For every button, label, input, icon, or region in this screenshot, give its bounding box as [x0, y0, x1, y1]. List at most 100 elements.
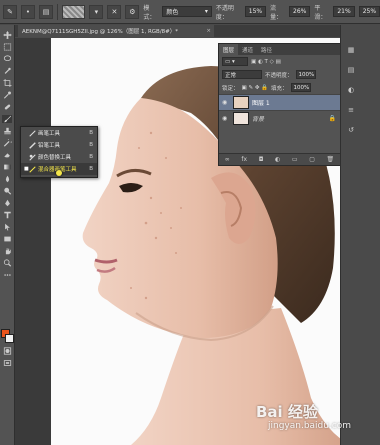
opacity-label: 不透明度：: [215, 4, 234, 21]
angle-field[interactable]: 25%: [358, 6, 380, 17]
lock-icon: 🔒: [328, 115, 336, 122]
mode-label: 模式：: [143, 4, 156, 21]
document-tab[interactable]: AEKNM@Q7111SGH5Zll.jpg @ 126%（图层 1, RGB/…: [18, 25, 214, 37]
adjustments-panel-icon[interactable]: ◐: [346, 85, 356, 94]
path-select-tool-icon[interactable]: [2, 223, 12, 231]
menu-item-shortcut: B: [89, 142, 93, 148]
trash-icon[interactable]: 🗑: [326, 156, 334, 163]
screen-mode-icon[interactable]: [2, 359, 12, 367]
menu-item-shortcut: B: [89, 166, 93, 172]
layers-panel: 图层 通道 路径 ▭ ▾ ▣ ◐ T ◇ ▤ 正常 不透明度： 100% 锁定：…: [218, 43, 341, 166]
properties-panel-icon[interactable]: ≡: [346, 105, 356, 114]
tab-layers[interactable]: 图层: [219, 44, 239, 55]
flow-field[interactable]: 26%: [289, 6, 311, 17]
background-color-swatch[interactable]: [5, 334, 14, 343]
brush-size-button[interactable]: •: [21, 4, 35, 19]
quick-select-tool-icon[interactable]: [2, 67, 12, 75]
settings-icon[interactable]: ⚙: [125, 4, 140, 19]
smoothing-field[interactable]: 21%: [333, 6, 355, 17]
right-panel-dock: ▦ ▤ ◐ ≡ ↺: [340, 25, 380, 445]
menu-item-label: 画笔工具: [38, 131, 61, 137]
dodge-tool-icon[interactable]: [2, 187, 12, 195]
layers-panel-footer: ∞ fx ◘ ◐ ▭ ▢ 🗑: [219, 153, 340, 165]
menu-item-label: 铅笔工具: [38, 143, 61, 149]
fx-icon[interactable]: fx: [241, 156, 247, 163]
baidu-watermark: Bai 经验 jingyan.baidu.com: [248, 395, 368, 440]
lasso-tool-icon[interactable]: [2, 55, 12, 63]
layer-row-layer1[interactable]: ◉ 图层 1: [219, 94, 340, 110]
layer-name: 图层 1: [252, 100, 270, 107]
shape-tool-icon[interactable]: [2, 235, 12, 243]
layer-thumbnail: [233, 96, 249, 109]
mode-select[interactable]: 颜色 ▾: [162, 6, 212, 17]
swatches-panel-icon[interactable]: ▤: [346, 65, 356, 74]
eye-icon[interactable]: ◉: [222, 99, 230, 106]
hand-tool-icon[interactable]: [2, 247, 12, 255]
zoom-tool-icon[interactable]: [2, 259, 12, 267]
tool-preset-button[interactable]: ✎: [3, 4, 17, 19]
pen-tool-icon[interactable]: [2, 199, 12, 207]
menu-item-label: 颜色替换工具: [38, 155, 72, 161]
close-icon[interactable]: ×: [206, 28, 211, 34]
history-panel-icon[interactable]: ↺: [346, 125, 356, 134]
brush-icon: [29, 129, 38, 137]
fill-field[interactable]: 100%: [290, 83, 311, 92]
color-panel-icon[interactable]: ▦: [346, 45, 356, 54]
healing-brush-tool-icon[interactable]: [2, 103, 12, 111]
tab-channels[interactable]: 通道: [238, 44, 257, 55]
more-tools-icon[interactable]: [2, 271, 12, 279]
menu-item-pencil-tool[interactable]: 铅笔工具 B: [21, 139, 97, 151]
marquee-tool-icon[interactable]: [2, 43, 12, 51]
layer-name: 背景: [252, 116, 265, 123]
blend-mode-select[interactable]: 正常: [222, 70, 262, 79]
layer-row-background[interactable]: ◉ 背景 🔒: [219, 110, 340, 126]
eyedropper-tool-icon[interactable]: [2, 91, 12, 99]
brush-panel-button[interactable]: ▤: [39, 4, 53, 19]
kind-filter-row: ▭ ▾ ▣ ◐ T ◇ ▤: [219, 55, 340, 68]
mode-value: 颜色: [166, 9, 179, 16]
quick-mask-icon[interactable]: [2, 347, 12, 355]
chevron-down-icon[interactable]: ▾: [89, 4, 104, 19]
adjustment-icon[interactable]: ◐: [275, 156, 280, 163]
layer-thumbnail: [233, 112, 249, 125]
options-bar: ✎ • ▤ ▾ ✕ ⚙ 模式： 颜色 ▾ 不透明度： 15% 流量： 26% 平…: [0, 0, 380, 24]
document-tab-bar: AEKNM@Q7111SGH5Zll.jpg @ 126%（图层 1, RGB/…: [14, 25, 380, 37]
color-replace-icon: [29, 153, 38, 161]
opacity-field[interactable]: 15%: [244, 6, 267, 17]
lock-icons[interactable]: ▣ ✎ ✥ 🔒: [242, 85, 269, 91]
link-icon[interactable]: ∞: [225, 156, 230, 163]
brush-tool-icon[interactable]: [2, 115, 12, 123]
gradient-tool-icon[interactable]: [2, 163, 12, 171]
clone-stamp-tool-icon[interactable]: [2, 127, 12, 135]
smoothing-label: 平滑：: [314, 4, 327, 21]
menu-item-shortcut: B: [89, 130, 93, 136]
lock-label: 锁定：: [222, 85, 239, 92]
blend-mode-value: 正常: [225, 72, 237, 79]
clean-brush-icon[interactable]: ✕: [107, 4, 122, 19]
mask-icon[interactable]: ◘: [259, 156, 264, 163]
blur-tool-icon[interactable]: [2, 175, 12, 183]
type-tool-icon[interactable]: [2, 211, 12, 219]
chevron-down-icon: ▾: [204, 8, 208, 15]
filter-icons[interactable]: ▣ ◐ T ◇ ▤: [251, 59, 281, 65]
layer-opacity-field[interactable]: 100%: [295, 70, 316, 79]
move-tool-icon[interactable]: [2, 31, 12, 39]
history-brush-tool-icon[interactable]: [2, 139, 12, 147]
eraser-tool-icon[interactable]: [2, 151, 12, 159]
crop-tool-icon[interactable]: [2, 79, 12, 87]
swatch-preview[interactable]: [61, 4, 86, 19]
kind-filter-select[interactable]: ▭ ▾: [222, 57, 248, 66]
layers-panel-tabs: 图层 通道 路径: [219, 44, 340, 55]
tab-paths[interactable]: 路径: [257, 44, 276, 55]
eye-icon[interactable]: ◉: [222, 115, 230, 122]
menu-item-brush-tool[interactable]: 画笔工具 B: [21, 127, 97, 139]
menu-item-color-replace-tool[interactable]: 颜色替换工具 B: [21, 151, 97, 163]
fill-label: 填充：: [271, 85, 288, 92]
new-layer-icon[interactable]: ▢: [309, 156, 315, 163]
lock-row: 锁定： ▣ ✎ ✥ 🔒 填充： 100%: [219, 81, 340, 94]
folder-icon[interactable]: ▭: [292, 156, 298, 163]
document-title: AEKNM@Q7111SGH5Zll.jpg @ 126%（图层 1, RGB/…: [22, 29, 179, 35]
divider: [57, 3, 58, 20]
watermark-brand: Bai 经验: [256, 403, 318, 421]
blend-row: 正常 不透明度： 100%: [219, 68, 340, 81]
